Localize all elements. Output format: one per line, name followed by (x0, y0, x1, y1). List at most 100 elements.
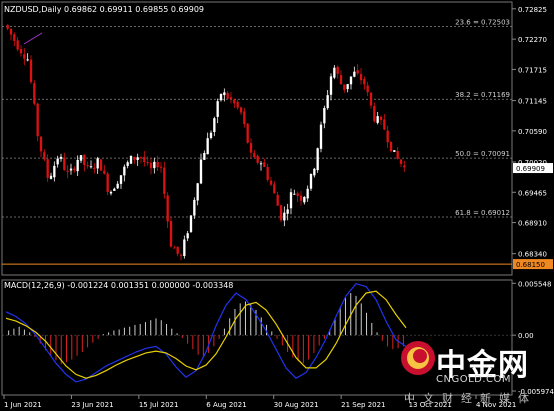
candle-bull (76, 159, 79, 172)
candle-bull (259, 163, 263, 165)
candle-bear (163, 167, 166, 194)
candle-bear (399, 159, 403, 164)
candle-bull (96, 158, 99, 169)
candle-bear (166, 195, 169, 222)
candle-bull (349, 76, 353, 85)
candle-bull (186, 233, 189, 239)
candle-bull (219, 93, 223, 101)
candle-bull (309, 173, 313, 189)
watermark-tagline: 中文财经新媒体 (404, 392, 537, 405)
time-tick-label: 1 Jun 2021 (4, 401, 42, 409)
candle-bear (403, 165, 406, 168)
candle-bear (226, 93, 229, 99)
price-axis: 0.72825 0.72270 0.71715 0.71145 0.70590 0.700… (512, 6, 547, 259)
candle-bear (103, 170, 106, 174)
candle-bull (206, 138, 209, 155)
candle-bull (313, 168, 316, 176)
candle-bear (343, 84, 346, 90)
candle-bull (323, 107, 326, 124)
time-tick-label: 30 Aug 2021 (274, 401, 319, 409)
candle-bull (203, 152, 206, 160)
price-tick-label: 0.72825 (518, 6, 547, 14)
watermark-site: CNGOLD.COM (436, 374, 512, 385)
price-tick-label: 0.70020 (518, 159, 547, 167)
macd-tick-label: 0.00 (518, 332, 534, 340)
candle-bear (19, 49, 23, 54)
candle-bear (63, 157, 66, 170)
candle-bull (353, 71, 356, 77)
candle-bear (366, 85, 369, 93)
candle-bear (159, 166, 163, 168)
fib-level-label: 61.8 = 0.69012 (455, 209, 510, 217)
candle-bear (46, 159, 49, 178)
candle-bear (173, 247, 176, 249)
candle-bull (199, 159, 203, 184)
chart-header: NZDUSD,Daily 0.69862 0.69911 0.69855 0.6… (4, 5, 204, 14)
candle-bear (23, 54, 26, 59)
macd-tick-label: 0.005548 (518, 280, 551, 288)
candle-bear (256, 155, 259, 163)
candle-bull (393, 150, 396, 152)
candle-bull (293, 193, 296, 195)
candle-bear (386, 130, 389, 143)
candle-bull (136, 157, 139, 160)
candle-bear (279, 205, 283, 221)
candle-bear (99, 159, 103, 171)
candle-bear (93, 167, 96, 169)
candle-bull (89, 166, 93, 168)
candle-bull (123, 166, 126, 176)
candle-bull (316, 148, 319, 171)
candle-bear (86, 165, 89, 167)
candle-bull (376, 116, 379, 123)
candle-bear (379, 116, 383, 120)
candle-bull (183, 239, 186, 256)
candle-bull (196, 183, 199, 201)
candle-bear (139, 157, 143, 159)
candle-bull (56, 158, 59, 165)
candle-bear (6, 24, 9, 29)
candle-bear (179, 254, 183, 256)
candle-bear (336, 66, 339, 74)
candle-bull (319, 124, 323, 149)
candle-bear (249, 143, 253, 153)
candle-bear (276, 194, 279, 206)
candle-bull (333, 67, 336, 78)
candle-bear (236, 101, 239, 108)
candle-bear (296, 193, 299, 196)
price-tick-label: 0.72270 (518, 36, 547, 44)
candle-bear (43, 152, 46, 160)
candle-bull (303, 196, 306, 203)
candle-bull (26, 59, 29, 61)
candle-bear (383, 119, 386, 130)
candle-bear (373, 105, 376, 122)
candle-bear (156, 162, 159, 168)
candle-bull (286, 209, 289, 214)
candle-bear (389, 141, 393, 152)
candle-bear (263, 162, 266, 167)
candle-bear (16, 40, 19, 50)
candle-bull (116, 183, 119, 189)
candle-bull (329, 76, 333, 95)
price-tick-label: 0.68340 (518, 251, 547, 259)
candle-bear (73, 168, 76, 171)
candle-bull (153, 161, 156, 169)
candle-bull (326, 95, 329, 109)
candle-bull (119, 175, 123, 184)
candle-bull (79, 155, 83, 161)
candle-bear (363, 78, 366, 85)
support-price-label: 0.68150 (516, 261, 545, 269)
time-tick-label: 21 Sep 2021 (341, 401, 385, 409)
candle-bear (233, 99, 236, 104)
candle-bear (299, 195, 303, 201)
candle-bear (33, 83, 36, 104)
time-tick-label: 6 Aug 2021 (206, 401, 246, 409)
candle-bull (223, 92, 226, 96)
price-tick-label: 0.71145 (518, 98, 547, 106)
price-tick-label: 0.71715 (518, 66, 547, 74)
candle-bear (149, 162, 153, 169)
candle-bear (176, 246, 179, 254)
candle-bear (396, 151, 399, 159)
candle-bear (239, 107, 243, 113)
candle-bull (69, 168, 73, 171)
candle-bull (113, 188, 116, 191)
